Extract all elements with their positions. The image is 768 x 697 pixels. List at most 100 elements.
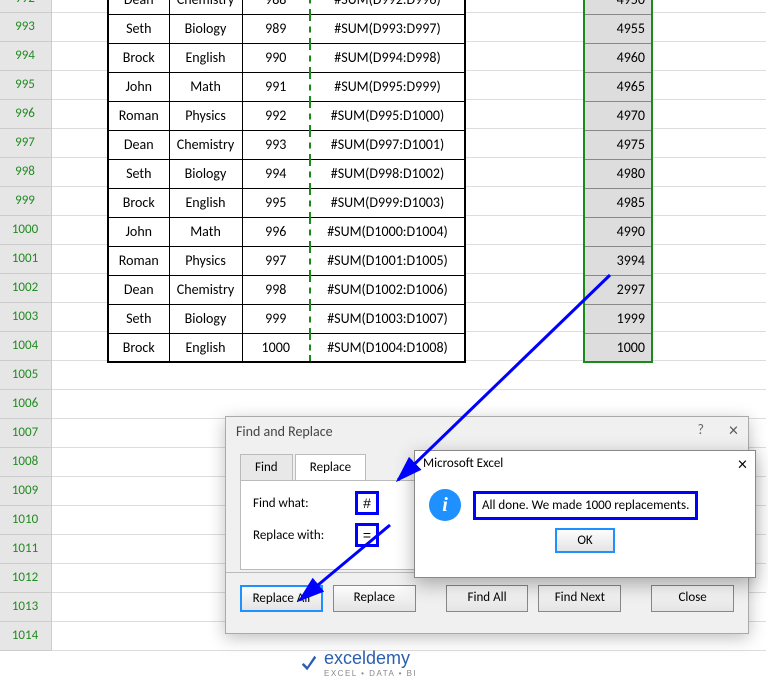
cell[interactable]: 994 bbox=[242, 159, 310, 188]
table-row[interactable]: DeanChemistry988#SUM(D992:D996) bbox=[108, 0, 465, 14]
cell[interactable]: Dean bbox=[108, 275, 169, 304]
row-header[interactable]: 998 bbox=[0, 158, 52, 187]
table-row[interactable]: BrockEnglish995#SUM(D999:D1003) bbox=[108, 188, 465, 217]
result-cell[interactable]: 1000 bbox=[584, 333, 652, 362]
result-cell[interactable]: 4955 bbox=[584, 14, 652, 43]
row-header[interactable]: 995 bbox=[0, 71, 52, 100]
replace-all-button[interactable]: Replace All bbox=[240, 585, 323, 612]
cell[interactable]: 997 bbox=[242, 246, 310, 275]
result-cell[interactable]: 3994 bbox=[584, 246, 652, 275]
row-header[interactable]: 996 bbox=[0, 100, 52, 129]
cell[interactable]: #SUM(D993:D997) bbox=[310, 14, 465, 43]
result-cell[interactable]: 2997 bbox=[584, 275, 652, 304]
cell[interactable]: #SUM(D995:D999) bbox=[310, 72, 465, 101]
cell[interactable]: Brock bbox=[108, 188, 169, 217]
result-cell[interactable]: 4990 bbox=[584, 217, 652, 246]
cell[interactable]: 1000 bbox=[242, 333, 310, 362]
table-row[interactable]: SethBiology994#SUM(D998:D1002) bbox=[108, 159, 465, 188]
row-header[interactable]: 1012 bbox=[0, 564, 52, 593]
cell[interactable]: Brock bbox=[108, 333, 169, 362]
cell[interactable]: 989 bbox=[242, 14, 310, 43]
row-header[interactable]: 993 bbox=[0, 13, 52, 42]
row-header[interactable]: 1006 bbox=[0, 390, 52, 419]
close-icon[interactable]: × bbox=[729, 419, 738, 441]
cell[interactable]: Roman bbox=[108, 246, 169, 275]
cell[interactable]: Dean bbox=[108, 0, 169, 14]
row-header[interactable]: 1002 bbox=[0, 274, 52, 303]
row-header[interactable]: 999 bbox=[0, 187, 52, 216]
row-header[interactable]: 1011 bbox=[0, 535, 52, 564]
find-all-button[interactable]: Find All bbox=[446, 585, 529, 612]
table-row[interactable]: DeanChemistry998#SUM(D1002:D1006) bbox=[108, 275, 465, 304]
cell[interactable]: 995 bbox=[242, 188, 310, 217]
table-row[interactable]: JohnMath996#SUM(D1000:D1004) bbox=[108, 217, 465, 246]
find-next-button[interactable]: Find Next bbox=[538, 585, 621, 612]
cell[interactable]: 990 bbox=[242, 43, 310, 72]
cell[interactable]: #SUM(D1004:D1008) bbox=[310, 333, 465, 362]
replace-button[interactable]: Replace bbox=[333, 585, 416, 612]
table-row[interactable]: RomanPhysics992#SUM(D995:D1000) bbox=[108, 101, 465, 130]
cell[interactable]: #SUM(D1001:D1005) bbox=[310, 246, 465, 275]
result-cell[interactable]: 4980 bbox=[584, 159, 652, 188]
cell[interactable]: 988 bbox=[242, 0, 310, 14]
table-row[interactable]: DeanChemistry993#SUM(D997:D1001) bbox=[108, 130, 465, 159]
cell[interactable]: 998 bbox=[242, 275, 310, 304]
cell[interactable]: #SUM(D997:D1001) bbox=[310, 130, 465, 159]
result-cell[interactable]: 4985 bbox=[584, 188, 652, 217]
tab-replace[interactable]: Replace bbox=[295, 454, 366, 480]
cell[interactable]: 999 bbox=[242, 304, 310, 333]
message-close-icon[interactable]: × bbox=[738, 453, 747, 475]
result-cell[interactable]: 4965 bbox=[584, 72, 652, 101]
cell[interactable]: #SUM(D994:D998) bbox=[310, 43, 465, 72]
row-header[interactable]: 992 bbox=[0, 0, 52, 13]
result-cell[interactable]: 4950 bbox=[584, 0, 652, 14]
row-header[interactable]: 994 bbox=[0, 42, 52, 71]
cell[interactable]: John bbox=[108, 72, 169, 101]
cell[interactable]: 996 bbox=[242, 217, 310, 246]
table-row[interactable]: BrockEnglish990#SUM(D994:D998) bbox=[108, 43, 465, 72]
cell[interactable]: Seth bbox=[108, 304, 169, 333]
cell[interactable]: Chemistry bbox=[169, 0, 242, 14]
result-cell[interactable]: 4960 bbox=[584, 43, 652, 72]
cell[interactable]: Math bbox=[169, 217, 242, 246]
row-header[interactable]: 1008 bbox=[0, 448, 52, 477]
data-table[interactable]: DeanChemistry988#SUM(D992:D996)SethBiolo… bbox=[107, 0, 466, 363]
cell[interactable]: Roman bbox=[108, 101, 169, 130]
cell[interactable]: Chemistry bbox=[169, 130, 242, 159]
cell[interactable]: John bbox=[108, 217, 169, 246]
cell[interactable]: English bbox=[169, 188, 242, 217]
cell[interactable]: Physics bbox=[169, 246, 242, 275]
dialog-title-bar[interactable]: Find and Replace ? × bbox=[226, 417, 748, 447]
cell[interactable]: 992 bbox=[242, 101, 310, 130]
row-header[interactable]: 1013 bbox=[0, 593, 52, 622]
cell[interactable]: #SUM(D998:D1002) bbox=[310, 159, 465, 188]
cell[interactable]: Biology bbox=[169, 159, 242, 188]
cell[interactable]: #SUM(D1003:D1007) bbox=[310, 304, 465, 333]
cell[interactable]: Seth bbox=[108, 159, 169, 188]
cell[interactable]: #SUM(D992:D996) bbox=[310, 0, 465, 14]
result-cell[interactable]: 1999 bbox=[584, 304, 652, 333]
row-header[interactable]: 1014 bbox=[0, 622, 52, 651]
tab-find[interactable]: Find bbox=[240, 454, 293, 480]
result-cell[interactable]: 4970 bbox=[584, 101, 652, 130]
result-cell[interactable]: 4975 bbox=[584, 130, 652, 159]
cell[interactable]: Math bbox=[169, 72, 242, 101]
help-icon[interactable]: ? bbox=[698, 421, 705, 438]
row-header[interactable]: 1010 bbox=[0, 506, 52, 535]
cell[interactable]: 993 bbox=[242, 130, 310, 159]
cell[interactable]: Biology bbox=[169, 14, 242, 43]
table-row[interactable]: SethBiology989#SUM(D993:D997) bbox=[108, 14, 465, 43]
cell[interactable]: 991 bbox=[242, 72, 310, 101]
close-button[interactable]: Close bbox=[651, 585, 734, 612]
row-header[interactable]: 1004 bbox=[0, 332, 52, 361]
row-header[interactable]: 1000 bbox=[0, 216, 52, 245]
cell[interactable]: Seth bbox=[108, 14, 169, 43]
cell[interactable]: Chemistry bbox=[169, 275, 242, 304]
table-row[interactable]: RomanPhysics997#SUM(D1001:D1005) bbox=[108, 246, 465, 275]
cell[interactable]: Biology bbox=[169, 304, 242, 333]
row-header[interactable]: 1005 bbox=[0, 361, 52, 390]
table-row[interactable]: BrockEnglish1000#SUM(D1004:D1008) bbox=[108, 333, 465, 362]
cell[interactable]: Brock bbox=[108, 43, 169, 72]
cell[interactable]: #SUM(D1002:D1006) bbox=[310, 275, 465, 304]
cell[interactable]: #SUM(D1000:D1004) bbox=[310, 217, 465, 246]
